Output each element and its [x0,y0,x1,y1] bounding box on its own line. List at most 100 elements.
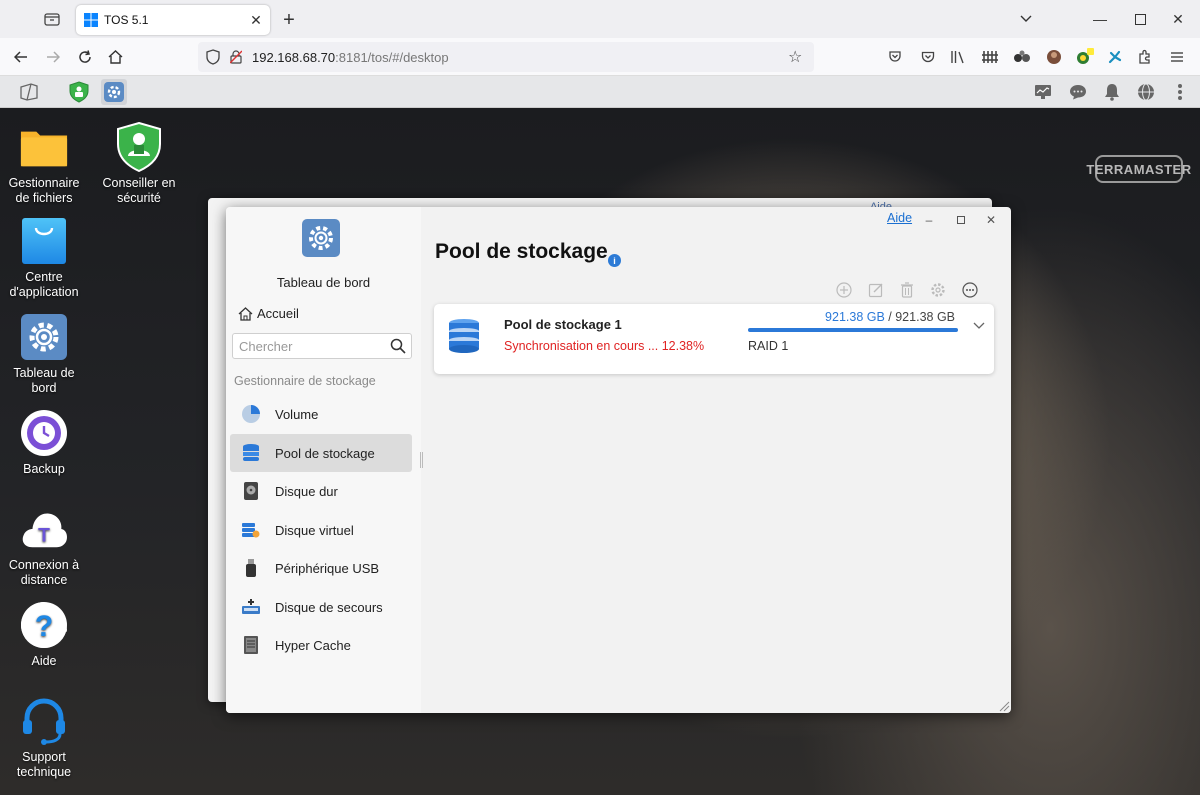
more-options-icon[interactable] [961,281,979,299]
library-icon[interactable] [948,47,968,67]
pool-used: 921.38 GB [825,310,885,324]
pool-sync-status: Synchronisation en cours ... 12.38% [504,339,705,353]
svg-text:T: T [38,526,50,547]
tab-close-icon[interactable]: ✕ [246,10,266,30]
sidebar-item-virtual-disk[interactable]: Disque virtuel [230,511,412,549]
forward-arrow-icon[interactable] [42,46,64,68]
desktop-icon-dashboard[interactable]: Tableau de bord [0,312,88,396]
window-main-content: Aide – ✕ Pool de stockage i Pool de stoc… [421,207,1011,713]
reload-icon[interactable] [74,46,96,68]
desktop-icon-help[interactable]: ? Aide [0,600,88,669]
dashboard-app-icon [302,219,340,257]
browser-tab[interactable]: TOS 5.1 ✕ [76,5,270,35]
extension-avatar-icon[interactable] [1044,47,1064,67]
sidebar-item-spare-disk[interactable]: Disque de secours [230,588,412,626]
desktop-icon-label: Tableau de [13,366,75,380]
desktop-icon-label: de fichiers [15,191,73,205]
tos-taskbar [0,76,1200,108]
dashboard-window: Tableau de bord Accueil Gestionnaire de … [226,207,1011,713]
desktop-icon-label: distance [20,573,68,587]
url-host: 192.168.68.70 [252,49,336,65]
desktop-icon-label: Conseiller en [102,176,176,190]
extension-fence-icon[interactable] [980,47,1000,67]
virtual-disk-icon [240,519,262,541]
tab-overflow-chevron-icon[interactable] [1014,7,1038,31]
desktop-icon-app-center[interactable]: Centre d'application [0,216,88,300]
window-close-button[interactable]: ✕ [980,209,1002,231]
minimize-window-button[interactable]: — [1088,7,1112,31]
window-minimize-button[interactable]: – [918,209,940,231]
edit-pool-icon[interactable] [867,281,885,299]
maximize-window-button[interactable] [1128,7,1152,31]
expand-chevron-icon[interactable] [971,318,987,334]
home-icon[interactable] [104,46,126,68]
sidebar-item-label: Disque virtuel [275,522,354,538]
capacity-separator: / [884,310,896,324]
sidebar-item-label: Volume [275,406,319,422]
create-pool-icon[interactable] [835,281,853,299]
desktop-icon-label: Centre [25,270,63,284]
resource-monitor-icon[interactable] [1030,79,1056,105]
browser-tab-strip: TOS 5.1 ✕ + — ✕ [0,0,1200,38]
sidebar-item-label: Périphérique USB [275,560,380,576]
insecure-lock-icon[interactable] [230,50,244,64]
close-window-button[interactable]: ✕ [1166,7,1190,31]
help-link[interactable]: Aide [887,211,912,225]
search-icon[interactable] [390,338,406,354]
messages-icon[interactable] [1065,79,1091,105]
hard-disk-icon [240,480,262,502]
language-globe-icon[interactable] [1133,79,1159,105]
info-icon[interactable]: i [608,254,621,267]
tab-list-icon[interactable] [40,8,64,30]
sidebar-section-title: Gestionnaire de stockage [234,374,376,388]
sidebar-search-input[interactable] [233,334,383,358]
volume-pie-icon [240,403,262,425]
browser-menu-icon[interactable] [1167,47,1187,67]
window-maximize-button[interactable] [950,209,972,231]
home-link[interactable]: Accueil [238,306,299,321]
url-bar[interactable]: 192.168.68.70:8181/tos/#/desktop ☆ [198,42,814,72]
taskbar-security-advisor-icon[interactable] [66,79,92,105]
sidebar-item-usb[interactable]: Périphérique USB [230,549,412,587]
hyper-cache-icon [240,634,262,656]
sidebar-item-hard-disk[interactable]: Disque dur [230,472,412,510]
pool-name: Pool de stockage 1 [504,317,622,332]
extension-glasses-icon[interactable] [1012,47,1032,67]
storage-pool-card[interactable]: Pool de stockage 1 Synchronisation en co… [434,304,994,374]
pocket-save-icon[interactable] [885,47,905,67]
bookmark-star-icon[interactable]: ☆ [788,47,806,67]
show-desktop-icon[interactable] [16,79,42,105]
sidebar-item-label: Hyper Cache [275,637,351,653]
user-menu-icon[interactable] [1167,79,1193,105]
sidebar-item-hyper-cache[interactable]: Hyper Cache [230,626,412,664]
notifications-bell-icon[interactable] [1099,79,1125,105]
desktop-icon-remote-access[interactable]: T Connexion à distance [0,504,88,588]
window-resize-grip-icon[interactable] [998,700,1010,712]
sidebar-item-label: Pool de stockage [275,445,375,461]
desktop-icon-backup[interactable]: Backup [0,408,88,477]
delete-pool-icon[interactable] [898,281,916,299]
taskbar-dashboard-icon[interactable] [101,79,127,105]
sidebar-item-storage-pool[interactable]: Pool de stockage [230,434,412,472]
extensions-puzzle-icon[interactable] [1135,47,1155,67]
pool-settings-gear-icon[interactable] [929,281,947,299]
desktop-icon-file-manager[interactable]: Gestionnaire de fichiers [0,122,88,206]
tab-title: TOS 5.1 [104,13,149,27]
pocket-icon[interactable] [918,47,938,67]
terramaster-logo: TERRAMASTER [1086,155,1191,183]
cloud-t-icon: T [19,504,69,554]
page-title: Pool de stockage [435,240,608,263]
dashboard-gear-icon [19,312,69,362]
sidebar-item-volume[interactable]: Volume [230,395,412,433]
svg-text:?: ? [35,610,53,643]
new-tab-button[interactable]: + [278,9,300,31]
desktop-icon-label: Support [22,750,66,764]
back-arrow-icon[interactable] [10,46,32,68]
extension-tool-icon[interactable] [1105,47,1125,67]
extension-badge-icon[interactable] [1075,47,1095,67]
pool-usage-fill [748,328,958,332]
desktop-icon-security-advisor[interactable]: Conseiller en sécurité [95,122,183,206]
tracking-shield-icon[interactable] [206,49,222,65]
desktop-icon-support[interactable]: Support technique [0,696,88,780]
backup-clock-icon [19,408,69,458]
